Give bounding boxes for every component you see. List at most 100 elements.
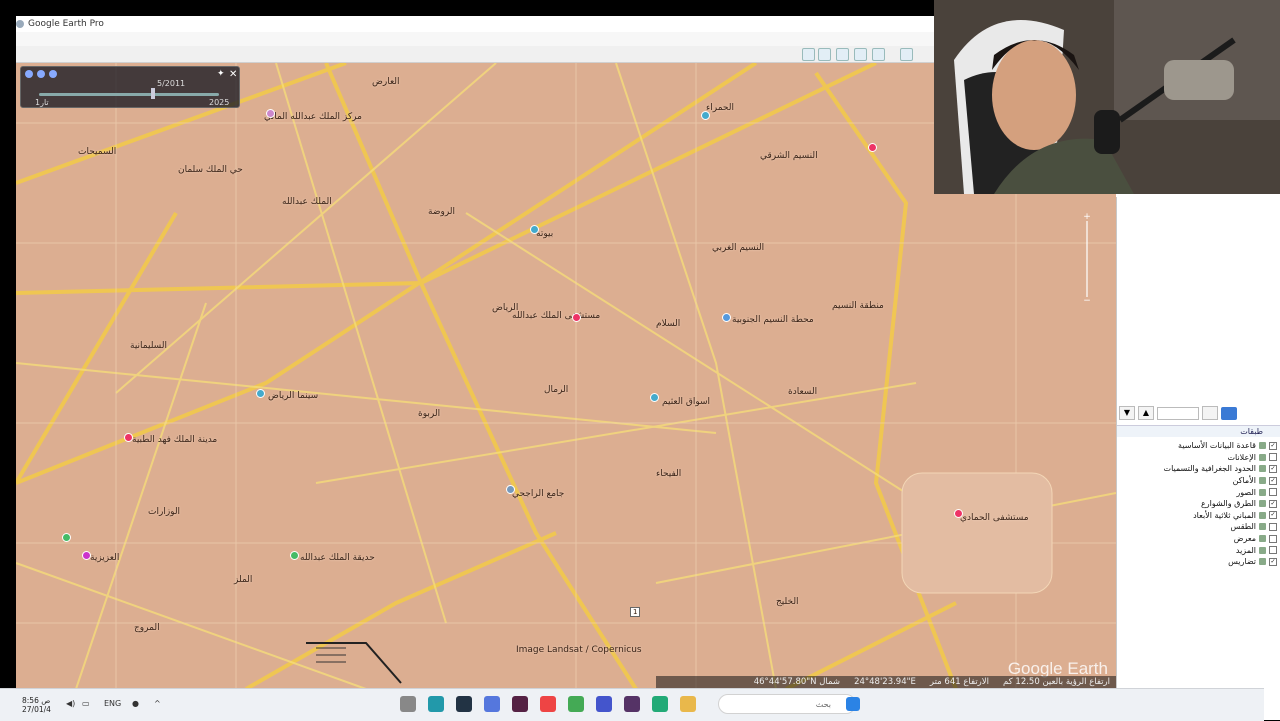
app-icon[interactable] [428, 696, 444, 712]
brave-icon[interactable] [540, 696, 556, 712]
layer-checkbox[interactable]: ✓ [1269, 464, 1277, 473]
ruler-icon[interactable] [836, 48, 849, 61]
up-arrow-icon[interactable]: ▲ [1138, 406, 1154, 420]
layer-row[interactable]: قاعدة البيانات الأساسية ✓ [1117, 440, 1280, 452]
zoom-bar[interactable] [1086, 221, 1088, 297]
map-label: ﺍﻟﺴﻤﻴﺤﺎﺕ [78, 147, 117, 157]
map-label: ﻣﺴﺘﺸﻔﻰ ﺍﻟﺤﻤﺎﺩﻱ [960, 513, 1029, 523]
history-back-icon[interactable] [25, 70, 33, 78]
poi-marker[interactable] [530, 225, 539, 234]
app-icon[interactable] [596, 696, 612, 712]
taskbar-search[interactable]: بحث [718, 694, 856, 714]
poi-marker[interactable] [506, 485, 515, 494]
sidebar-toggle-icon[interactable] [900, 48, 913, 61]
map-label: ﺍﻟﻮﺯﺍﺭﺍﺕ [148, 507, 181, 517]
slider-end-label: 2025 [209, 98, 230, 107]
map-label: ﻣﺴﺘﺸﻔﻰ ﺍﻟﻤﻠﻚ ﻋﺒﺪﺍﻟﻠﻪ [512, 311, 601, 321]
time-slider[interactable] [39, 93, 219, 96]
layer-icon [1259, 488, 1266, 496]
layer-row[interactable]: الصور [1117, 486, 1280, 498]
layer-row[interactable]: الحدود الجغرافية والتسميات ✓ [1117, 463, 1280, 475]
poi-marker[interactable] [868, 143, 877, 152]
layer-row[interactable]: المباني ثلاثية الأبعاد ✓ [1117, 510, 1280, 522]
poi-marker[interactable] [256, 389, 265, 398]
layer-row[interactable]: الأماكن ✓ [1117, 475, 1280, 487]
clock[interactable]: ص 8:56 27/01/4 [22, 696, 51, 714]
volume-icon[interactable]: ◀) [66, 699, 75, 708]
settings-wrench-icon[interactable]: ✦ [217, 69, 225, 79]
layer-icon [1259, 442, 1266, 450]
poi-marker[interactable] [290, 551, 299, 560]
map-label: ﺍﻟﺮﻭﺿﺔ [428, 207, 456, 217]
taskbar: ص 8:56 27/01/4 ◀) ▭ ENG ● ^ بحث [0, 688, 1264, 721]
globe-icon[interactable] [802, 48, 815, 61]
poi-marker[interactable] [266, 109, 275, 118]
google-earth-taskbar-icon[interactable] [400, 696, 416, 712]
layer-row[interactable]: تضاريس ✓ [1117, 556, 1280, 568]
sidebar-search-input[interactable] [1157, 406, 1199, 420]
road-sign: 1 [630, 607, 641, 617]
layer-checkbox[interactable] [1269, 546, 1277, 555]
zoom-control[interactable]: + − [1082, 213, 1092, 306]
windows-start-icon[interactable] [846, 697, 860, 711]
layer-checkbox[interactable]: ✓ [1269, 441, 1277, 450]
layer-row[interactable]: معرض [1117, 533, 1280, 545]
close-icon[interactable]: ✕ [229, 69, 237, 80]
layer-label: الصور [1236, 487, 1256, 497]
chrome-icon[interactable] [568, 696, 584, 712]
map-label: ﺳﻴﻨﻤﺎ ﺍﻟﺮﻳﺎﺽ [268, 391, 319, 401]
steam-icon[interactable] [456, 696, 472, 712]
map-label: ﺍﻟﺴﻌﺎﺩﺓ [788, 387, 818, 397]
poi-marker[interactable] [124, 433, 133, 442]
time-slider-thumb[interactable] [151, 88, 155, 99]
layer-checkbox[interactable] [1269, 488, 1277, 497]
microphone-icon[interactable]: ● [132, 699, 139, 708]
down-arrow-icon[interactable]: ▼ [1119, 406, 1135, 420]
layer-row[interactable]: الإعلانات [1117, 452, 1280, 464]
app-icon[interactable] [512, 696, 528, 712]
poi-marker[interactable] [954, 509, 963, 518]
folder-icon[interactable] [680, 696, 696, 712]
zoom-plus-icon[interactable]: + [1082, 213, 1092, 222]
layer-checkbox[interactable]: ✓ [1269, 476, 1277, 485]
layer-label: الطرق والشوارع [1200, 499, 1256, 509]
discord-icon[interactable] [484, 696, 500, 712]
layer-icon [1259, 453, 1266, 461]
app-icon[interactable] [652, 696, 668, 712]
layer-checkbox[interactable]: ✓ [1269, 499, 1277, 508]
poi-marker[interactable] [62, 533, 71, 542]
poi-marker[interactable] [701, 111, 710, 120]
zoom-minus-icon[interactable]: − [1082, 297, 1092, 306]
zoom-in-icon[interactable] [49, 70, 57, 78]
app-icon[interactable] [624, 696, 640, 712]
layer-checkbox[interactable] [1269, 522, 1277, 531]
poi-marker[interactable] [722, 313, 731, 322]
layer-icon [1259, 465, 1266, 473]
map-label: حي الملك سلمان [178, 165, 243, 175]
email-icon[interactable] [872, 48, 885, 61]
poi-marker[interactable] [572, 313, 581, 322]
print-icon[interactable] [854, 48, 867, 61]
layer-checkbox[interactable]: ✓ [1269, 557, 1277, 566]
sky-icon[interactable] [818, 48, 831, 61]
layer-checkbox[interactable]: ✓ [1269, 511, 1277, 520]
layer-row[interactable]: الطرق والشوارع ✓ [1117, 498, 1280, 510]
map-label: ﺍﻟﺮﻣﺎﻝ [544, 385, 569, 395]
sidebar-search-row: ▼ ▲ [1119, 405, 1277, 421]
chevron-up-icon[interactable]: ^ [154, 699, 161, 708]
poi-marker[interactable] [82, 551, 91, 560]
language-indicator[interactable]: ENG [104, 699, 121, 708]
search-go-button[interactable] [1221, 406, 1237, 420]
layer-row[interactable]: الطقس [1117, 521, 1280, 533]
panel-icon[interactable] [1202, 406, 1218, 420]
zoom-out-icon[interactable] [37, 70, 45, 78]
layer-icon [1259, 535, 1266, 543]
layer-checkbox[interactable] [1269, 453, 1277, 462]
layer-label: الأماكن [1232, 476, 1256, 486]
layer-checkbox[interactable] [1269, 534, 1277, 543]
layers-header[interactable]: طبقات [1117, 425, 1280, 437]
network-icon[interactable]: ▭ [82, 699, 90, 708]
poi-marker[interactable] [650, 393, 659, 402]
layer-row[interactable]: المزيد [1117, 544, 1280, 556]
map-label: مركز الملك عبدالله المالي [264, 112, 362, 122]
